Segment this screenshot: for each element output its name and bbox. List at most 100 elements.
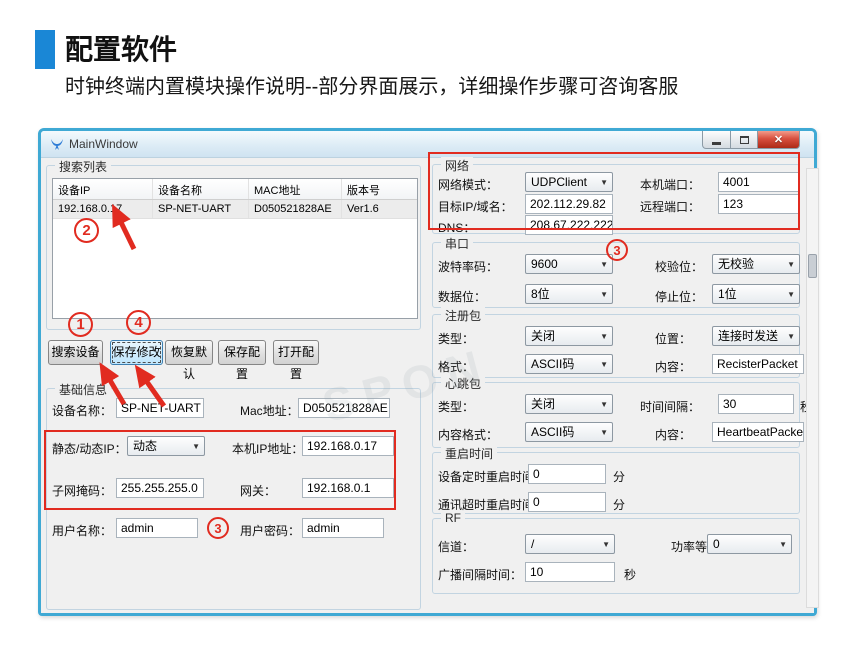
annotation-badge-2: 2 <box>74 218 99 243</box>
parity-value: 无校验 <box>718 257 754 271</box>
cell-mac: D050521828AE <box>249 200 342 218</box>
parity-select[interactable]: 无校验 ▼ <box>712 254 800 274</box>
groupbox-search-list-label: 搜索列表 <box>55 158 111 175</box>
username-label: 用户名称： <box>52 522 112 539</box>
mac-input[interactable]: D050521828AE <box>298 398 390 418</box>
channel-select[interactable]: / ▼ <box>525 534 615 554</box>
timeout-restart-unit: 分 <box>613 496 625 513</box>
baud-value: 9600 <box>531 257 558 271</box>
annotation-rect-ip <box>44 430 396 510</box>
groupbox-restart-label: 重启时间 <box>441 445 497 462</box>
heartbeat-format-value: ASCII码 <box>531 425 574 439</box>
power-level-select[interactable]: 0 ▼ <box>707 534 792 554</box>
column-header-device-ip[interactable]: 设备IP <box>53 179 153 199</box>
broadcast-interval-unit: 秒 <box>624 566 636 583</box>
column-header-version[interactable]: 版本号 <box>342 179 417 199</box>
chevron-down-icon: ▼ <box>600 428 608 437</box>
register-type-label: 类型： <box>438 330 474 347</box>
chevron-down-icon: ▼ <box>787 260 795 269</box>
save-changes-button[interactable]: 保存修改 <box>110 340 163 365</box>
window-title: MainWindow <box>69 137 138 151</box>
device-table: 设备IP 设备名称 MAC地址 版本号 192.168.0.17 SP-NET-… <box>52 178 418 319</box>
search-device-button[interactable]: 搜索设备 <box>48 340 103 365</box>
minimize-icon <box>712 142 721 145</box>
data-bits-select[interactable]: 8位 ▼ <box>525 284 613 304</box>
page: 配置软件 时钟终端内置模块操作说明--部分界面展示，详细操作步骤可咨询客服 Ma… <box>0 0 860 645</box>
password-input[interactable]: admin <box>302 518 384 538</box>
annotation-rect-network <box>428 152 800 230</box>
groupbox-basic-info-label: 基础信息 <box>55 381 111 398</box>
mac-label: Mac地址： <box>240 402 299 419</box>
register-content-label: 内容： <box>655 358 691 375</box>
register-content-input[interactable]: RecisterPacket <box>712 354 804 374</box>
groupbox-heartbeat-label: 心跳包 <box>441 375 485 392</box>
chevron-down-icon: ▼ <box>600 332 608 341</box>
stop-bits-value: 1位 <box>718 287 737 301</box>
password-label: 用户密码： <box>240 522 300 539</box>
register-type-select[interactable]: 关闭 ▼ <box>525 326 613 346</box>
scheduled-restart-input[interactable]: 0 <box>528 464 606 484</box>
scrollbar-thumb[interactable] <box>808 254 817 278</box>
data-bits-value: 8位 <box>531 287 550 301</box>
maximize-button[interactable] <box>731 131 758 149</box>
groupbox-serial-label: 串口 <box>441 235 473 252</box>
minimize-button[interactable] <box>702 131 731 149</box>
channel-value: / <box>531 537 534 551</box>
stop-bits-select[interactable]: 1位 ▼ <box>712 284 800 304</box>
data-bits-label: 数据位： <box>438 288 486 305</box>
groupbox-rf-label: RF <box>441 511 465 525</box>
username-input[interactable]: admin <box>116 518 198 538</box>
annotation-badge-3-right: 3 <box>606 239 628 261</box>
close-icon: ✕ <box>774 133 783 146</box>
parity-label: 校验位： <box>655 258 703 275</box>
power-level-value: 0 <box>713 537 720 551</box>
heartbeat-type-select[interactable]: 关闭 ▼ <box>525 394 613 414</box>
maximize-icon <box>740 136 749 144</box>
close-button[interactable]: ✕ <box>758 131 800 149</box>
register-position-label: 位置： <box>655 330 691 347</box>
table-row[interactable]: 192.168.0.17 SP-NET-UART D050521828AE Ve… <box>53 200 417 219</box>
stop-bits-label: 停止位： <box>655 288 703 305</box>
scheduled-restart-unit: 分 <box>613 468 625 485</box>
channel-label: 信道： <box>438 538 474 555</box>
broadcast-interval-label: 广播间隔时间： <box>438 566 522 583</box>
page-subtitle: 时钟终端内置模块操作说明--部分界面展示，详细操作步骤可咨询客服 <box>65 70 678 99</box>
baud-select[interactable]: 9600 ▼ <box>525 254 613 274</box>
annotation-badge-4: 4 <box>126 310 151 335</box>
chevron-down-icon: ▼ <box>787 290 795 299</box>
annotation-badge-1: 1 <box>68 312 93 337</box>
register-position-select[interactable]: 连接时发送 ▼ <box>712 326 800 346</box>
window-controls: ✕ <box>702 131 800 149</box>
page-title: 配置软件 <box>65 28 177 68</box>
save-config-button[interactable]: 保存配置 <box>218 340 266 365</box>
baud-label: 波特率码： <box>438 258 498 275</box>
chevron-down-icon: ▼ <box>600 400 608 409</box>
chevron-down-icon: ▼ <box>787 332 795 341</box>
heartbeat-type-value: 关闭 <box>531 397 555 411</box>
chevron-down-icon: ▼ <box>600 290 608 299</box>
timeout-restart-input[interactable]: 0 <box>528 492 606 512</box>
heartbeat-format-label: 内容格式： <box>438 426 498 443</box>
register-position-value: 连接时发送 <box>718 329 778 343</box>
device-name-label: 设备名称： <box>52 402 112 419</box>
table-header-row: 设备IP 设备名称 MAC地址 版本号 <box>53 179 417 200</box>
restore-default-button[interactable]: 恢复默认 <box>165 340 213 365</box>
header-accent-bar <box>35 30 55 69</box>
chevron-down-icon: ▼ <box>602 540 610 549</box>
open-config-button[interactable]: 打开配置 <box>273 340 319 365</box>
heartbeat-type-label: 类型： <box>438 398 474 415</box>
heartbeat-format-select[interactable]: ASCII码 ▼ <box>525 422 613 442</box>
column-header-device-name[interactable]: 设备名称 <box>153 179 249 199</box>
device-name-input[interactable]: SP-NET-UART <box>116 398 204 418</box>
heartbeat-interval-label: 时间间隔： <box>640 398 700 415</box>
app-icon <box>49 136 65 152</box>
scrollbar[interactable] <box>806 168 819 608</box>
heartbeat-interval-input[interactable]: 30 <box>718 394 794 414</box>
register-type-value: 关闭 <box>531 329 555 343</box>
register-format-select[interactable]: ASCII码 ▼ <box>525 354 613 374</box>
heartbeat-content-input[interactable]: HeartbeatPacke <box>712 422 804 442</box>
heartbeat-content-label: 内容： <box>655 426 691 443</box>
column-header-mac[interactable]: MAC地址 <box>249 179 342 199</box>
broadcast-interval-input[interactable]: 10 <box>525 562 615 582</box>
chevron-down-icon: ▼ <box>779 540 787 549</box>
